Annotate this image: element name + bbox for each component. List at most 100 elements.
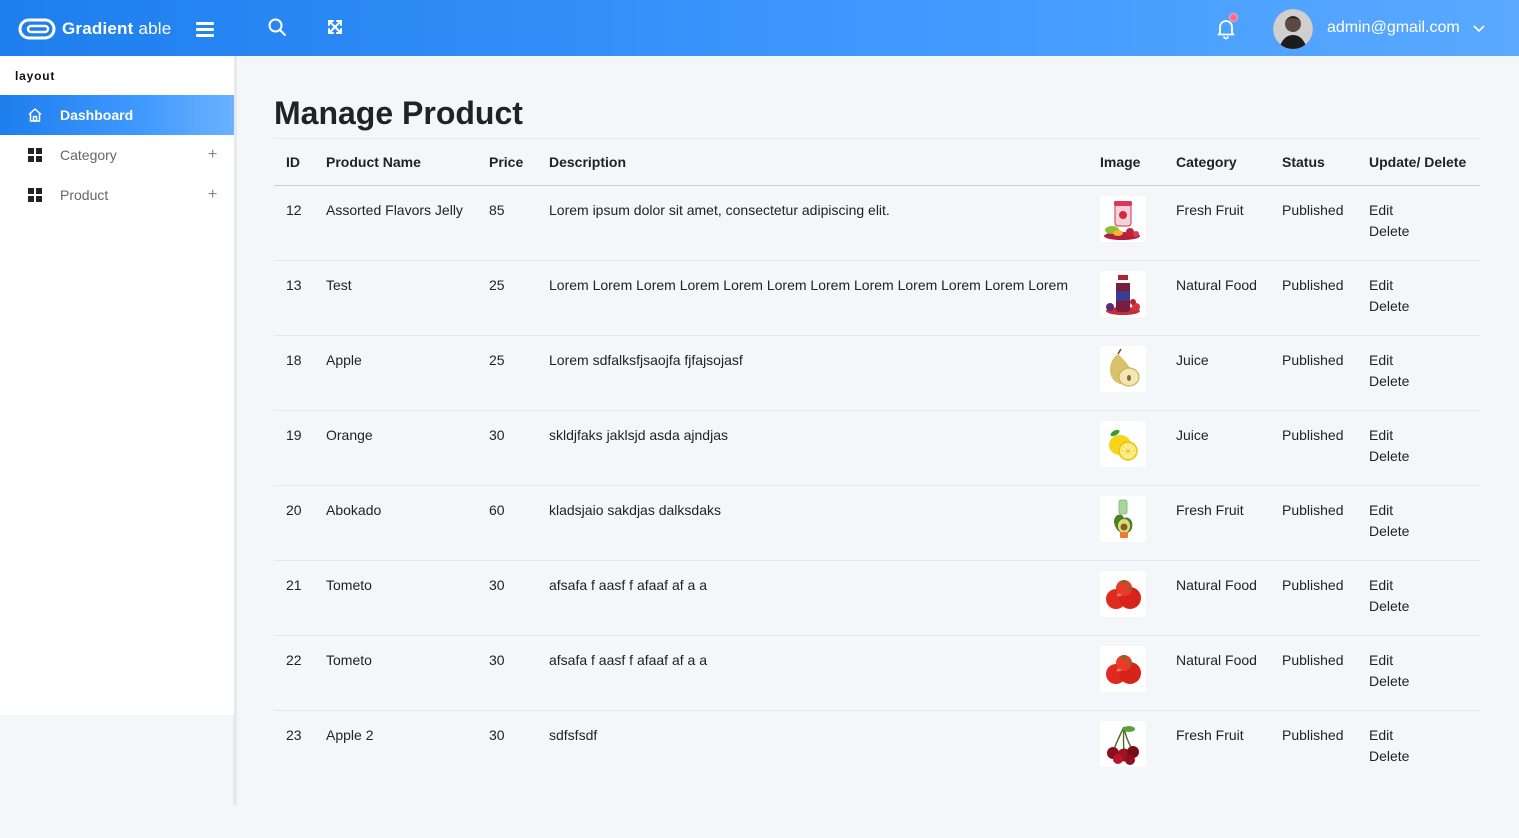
column-header-id: ID: [274, 138, 314, 186]
product-table-container: ID Product Name Price Description Image …: [274, 138, 1480, 786]
delete-link[interactable]: Delete: [1369, 223, 1480, 239]
product-image: [1100, 646, 1146, 692]
fullscreen-icon[interactable]: [324, 16, 346, 38]
cell-price: 60: [477, 485, 537, 561]
home-icon: [27, 107, 43, 123]
user-email[interactable]: admin@gmail.com: [1327, 19, 1460, 37]
cell-id: 19: [274, 410, 314, 486]
expand-plus-icon[interactable]: +: [208, 186, 217, 204]
delete-link[interactable]: Delete: [1369, 673, 1480, 689]
product-table: ID Product Name Price Description Image …: [274, 138, 1480, 786]
cell-status: Published: [1270, 635, 1357, 711]
sidebar-item-product[interactable]: Product +: [0, 175, 235, 215]
grid-icon: [27, 147, 43, 163]
cell-image: [1088, 560, 1164, 636]
cell-actions: Edit Delete: [1357, 335, 1480, 411]
cell-product-name: Apple: [314, 335, 477, 411]
cell-image: [1088, 260, 1164, 336]
edit-link[interactable]: Edit: [1369, 727, 1393, 743]
column-header-image: Image: [1088, 138, 1164, 186]
column-header-actions: Update/ Delete: [1357, 138, 1480, 186]
cell-actions: Edit Delete: [1357, 485, 1480, 561]
cell-id: 12: [274, 185, 314, 261]
edit-link[interactable]: Edit: [1369, 502, 1393, 518]
cell-category: Natural Food: [1164, 260, 1270, 336]
table-row: 22 Tometo 30 afsafa f aasf f afaaf af a a Na…: [274, 635, 1480, 711]
table-body: 12 Assorted Flavors Jelly 85 Lorem ipsum do…: [274, 185, 1480, 786]
delete-link[interactable]: Delete: [1369, 748, 1480, 764]
grid-icon: [27, 187, 43, 203]
table-row: 23 Apple 2 30 sdfsfsdf Fresh Fruit Published E…: [274, 711, 1480, 786]
column-header-description: Description: [537, 138, 1088, 186]
cell-status: Published: [1270, 335, 1357, 411]
delete-link[interactable]: Delete: [1369, 523, 1480, 539]
avatar[interactable]: [1273, 9, 1313, 49]
cell-description: Lorem Lorem Lorem Lorem Lorem Lorem Lore…: [537, 260, 1088, 336]
top-header: Gradient able admin@gmail.com: [0, 0, 1519, 56]
cell-status: Published: [1270, 410, 1357, 486]
edit-link[interactable]: Edit: [1369, 652, 1393, 668]
cell-description: afsafa f aasf f afaaf af a a: [537, 635, 1088, 711]
cell-description: skldjfaks jaklsjd asda ajndjas: [537, 410, 1088, 486]
cell-description: sdfsfsdf: [549, 727, 598, 743]
cell-description: Lorem ipsum dolor sit amet, consectetur …: [537, 185, 1088, 261]
menu-toggle-icon[interactable]: [196, 22, 214, 37]
cell-category: Natural Food: [1164, 560, 1270, 636]
product-image: [1100, 571, 1146, 617]
cell-price: 30: [477, 410, 537, 486]
cell-price: 30: [477, 635, 537, 711]
sidebar-item-category[interactable]: Category +: [0, 135, 235, 175]
brand[interactable]: Gradient able: [18, 16, 171, 42]
cell-category: Fresh Fruit: [1176, 727, 1244, 743]
sidebar-item-label: Product: [60, 187, 109, 203]
cell-actions: Edit Delete: [1357, 410, 1480, 486]
nav-caption: layout: [15, 69, 56, 83]
cell-description: afsafa f aasf f afaaf af a a: [537, 560, 1088, 636]
table-row: 20 Abokado 60 kladsjaio sakdjas dalksdaks Fr…: [274, 485, 1480, 561]
delete-link[interactable]: Delete: [1369, 298, 1480, 314]
cell-id: 23: [286, 727, 302, 743]
delete-link[interactable]: Delete: [1369, 373, 1480, 389]
table-row: 21 Tometo 30 afsafa f aasf f afaaf af a a Na…: [274, 560, 1480, 636]
edit-link[interactable]: Edit: [1369, 427, 1393, 443]
cell-description: Lorem sdfalksfjsaojfa fjfajsojasf: [537, 335, 1088, 411]
cell-actions: Edit Delete: [1357, 635, 1480, 711]
edit-link[interactable]: Edit: [1369, 277, 1393, 293]
cell-category: Fresh Fruit: [1164, 485, 1270, 561]
cell-product-name: Orange: [314, 410, 477, 486]
table-row: 19 Orange 30 skldjfaks jaklsjd asda ajndjas…: [274, 410, 1480, 486]
table-header-row: ID Product Name Price Description Image …: [274, 138, 1480, 186]
edit-link[interactable]: Edit: [1369, 577, 1393, 593]
column-header-category: Category: [1164, 138, 1270, 186]
product-image: [1100, 196, 1146, 242]
column-header-price: Price: [477, 138, 537, 186]
cell-product-name: Test: [314, 260, 477, 336]
search-icon[interactable]: [266, 16, 288, 38]
cell-product-name: Tometo: [314, 635, 477, 711]
cell-id: 21: [274, 560, 314, 636]
product-image: [1100, 346, 1146, 392]
edit-link[interactable]: Edit: [1369, 202, 1393, 218]
sidebar-item-dashboard[interactable]: Dashboard: [0, 95, 235, 135]
delete-link[interactable]: Delete: [1369, 448, 1480, 464]
expand-plus-icon[interactable]: +: [208, 146, 217, 164]
cell-id: 13: [274, 260, 314, 336]
delete-link[interactable]: Delete: [1369, 598, 1480, 614]
sidebar: layout Dashboard Category + Product +: [0, 56, 235, 715]
cell-price: 85: [477, 185, 537, 261]
cell-status: Published: [1270, 185, 1357, 261]
cell-product-name: Apple 2: [326, 727, 374, 743]
cell-actions: Edit Delete: [1357, 260, 1480, 336]
cell-product-name: Tometo: [314, 560, 477, 636]
cell-price: 25: [477, 335, 537, 411]
sidebar-item-label: Category: [60, 147, 117, 163]
cell-status: Published: [1282, 727, 1344, 743]
edit-link[interactable]: Edit: [1369, 352, 1393, 368]
cell-status: Published: [1270, 260, 1357, 336]
cell-id: 22: [274, 635, 314, 711]
cell-status: Published: [1270, 560, 1357, 636]
chevron-down-icon[interactable]: [1472, 21, 1486, 35]
table-row: 12 Assorted Flavors Jelly 85 Lorem ipsum do…: [274, 185, 1480, 261]
cell-actions: Edit Delete: [1357, 560, 1480, 636]
cell-category: Juice: [1164, 410, 1270, 486]
